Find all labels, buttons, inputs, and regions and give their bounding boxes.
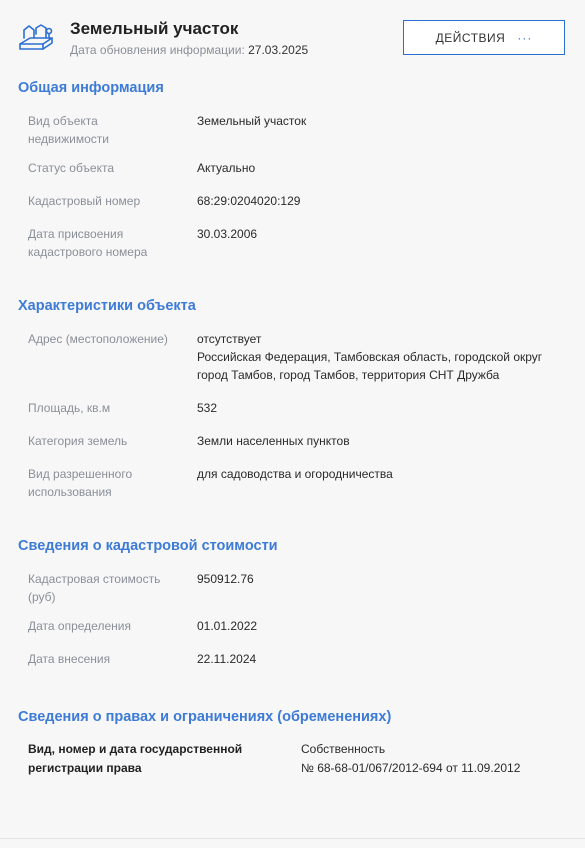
determination-date-label: Дата определения: [28, 619, 131, 633]
page-header: Земельный участок Дата обновления информ…: [0, 0, 585, 70]
actions-button-label: ДЕЙСТВИЯ: [435, 30, 506, 45]
object-type-value: Земельный участок: [197, 114, 307, 128]
land-category-label: Категория земель: [28, 434, 128, 448]
area-label: Площадь, кв.м: [28, 401, 111, 415]
entry-date-label: Дата внесения: [28, 652, 111, 666]
actions-button[interactable]: ДЕЙСТВИЯ ···: [403, 20, 565, 55]
cadastral-cost-value: 950912.76: [197, 572, 254, 586]
cadastral-number-label: Кадастровый номер: [28, 194, 141, 208]
assignment-date-label: Дата присвоения кадастрового номера: [28, 225, 147, 261]
update-date: Дата обновления информации: 27.03.2025: [70, 41, 308, 59]
rights-value-number: № 68-68-01/067/2012-694 от 11.09.2012: [301, 761, 521, 775]
permitted-use-value: для садоводства и огородничества: [197, 467, 393, 481]
more-dots-icon: ···: [517, 30, 533, 45]
page-title: Земельный участок: [70, 19, 239, 38]
rights-value: Собственность № 68-68-01/067/2012-694 от…: [301, 740, 520, 778]
entry-date-value: 22.11.2024: [197, 652, 257, 666]
address-label: Адрес (местоположение): [28, 332, 168, 346]
area-value: 532: [197, 401, 218, 415]
land-plot-icon: [19, 24, 53, 50]
section-title-cadastral-cost: Сведения о кадастровой стоимости: [18, 538, 278, 554]
cadastral-cost-label-line1: Кадастровая стоимость: [28, 572, 161, 586]
address-value-line3: город Тамбов, город Тамбов, территория С…: [197, 368, 500, 382]
cadastral-cost-label: Кадастровая стоимость (руб): [28, 570, 160, 606]
permitted-use-label-line1: Вид разрешенного: [28, 467, 133, 481]
permitted-use-label-line2: использования: [28, 485, 112, 499]
determination-date-value: 01.01.2022: [197, 619, 258, 633]
rights-label: Вид, номер и дата государственной регист…: [28, 740, 242, 778]
land-category-value: Земли населенных пунктов: [197, 434, 350, 448]
object-type-label-line2: недвижимости: [28, 132, 109, 146]
address-value: отсутствует Российская Федерация, Тамбов…: [197, 330, 542, 384]
address-value-line1: отсутствует: [197, 332, 262, 346]
section-title-rights: Сведения о правах и ограничениях (обреме…: [18, 709, 392, 725]
rights-label-line1: Вид, номер и дата государственной: [28, 742, 243, 756]
status-label: Статус объекта: [28, 161, 115, 175]
cadastral-cost-label-line2: (руб): [28, 590, 56, 604]
assignment-date-label-line2: кадастрового номера: [28, 245, 148, 259]
status-value: Актуально: [197, 161, 256, 175]
section-title-characteristics: Характеристики объекта: [18, 298, 196, 314]
rights-label-line2: регистрации права: [28, 761, 142, 775]
rights-value-type: Собственность: [301, 742, 386, 756]
assignment-date-label-line1: Дата присвоения: [28, 227, 124, 241]
object-type-label: Вид объекта недвижимости: [28, 112, 109, 148]
bottom-divider: [0, 838, 585, 839]
address-value-line2: Российская Федерация, Тамбовская область…: [197, 350, 543, 364]
assignment-date-value: 30.03.2006: [197, 227, 258, 241]
update-date-label: Дата обновления информации:: [70, 43, 245, 57]
cadastral-number-value: 68:29:0204020:129: [197, 194, 301, 208]
update-date-value: 27.03.2025: [248, 43, 309, 57]
object-type-label-line1: Вид объекта: [28, 114, 98, 128]
section-title-general: Общая информация: [18, 80, 164, 96]
permitted-use-label: Вид разрешенного использования: [28, 465, 132, 501]
